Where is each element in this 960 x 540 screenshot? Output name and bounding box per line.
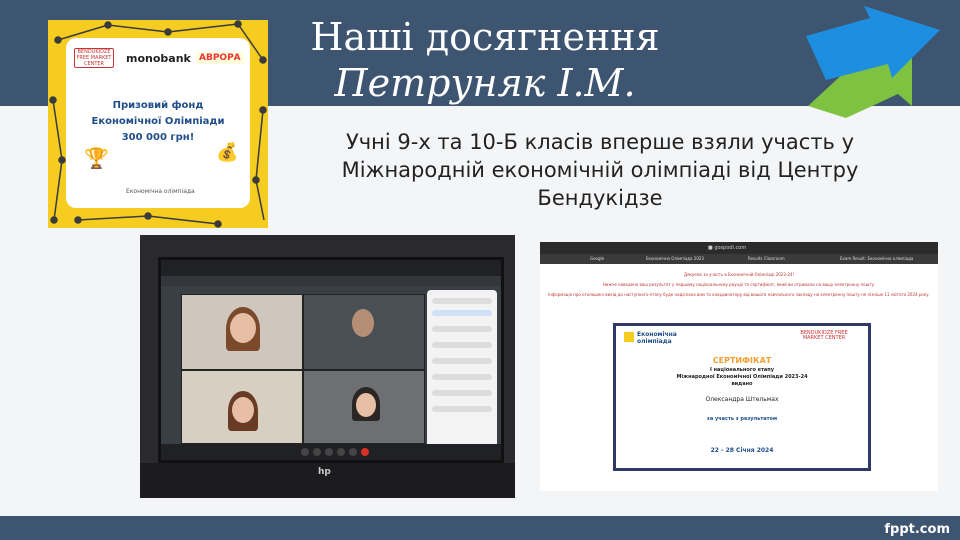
certificate-frame: Економічна олімпіада BENDUKIDZE FREE MAR… — [613, 323, 871, 471]
slide-body-text: Учні 9-х та 10-Б класів вперше взяли уча… — [341, 130, 859, 210]
laptop-photo: hp — [140, 235, 515, 498]
monobank-logo: monobank — [126, 52, 191, 65]
meeting-chat-panel — [427, 290, 497, 452]
certificate-title: СЕРТИФІКАТ — [712, 356, 772, 365]
browser-tab: Exam Result: Економічна олімпіада — [840, 256, 914, 261]
browser-tab-bar — [161, 260, 501, 276]
certificate-line-1: I національного етапу — [710, 367, 774, 373]
title-line-2: Петруняк І.М. — [334, 61, 636, 105]
browser-tab: Google — [590, 256, 605, 261]
money-bag-icon: 💰 — [216, 142, 239, 163]
footer-bar: fppt.com — [0, 516, 960, 540]
promo-footer: Економічна олімпіада — [126, 188, 195, 195]
slide-title: Наші досягнення Петруняк І.М. — [290, 14, 680, 106]
footer-brand: fppt.com — [884, 522, 950, 537]
certificate-dates: 22 - 28 Січня 2024 — [710, 447, 774, 454]
certificate-result: за участь з результатом — [706, 416, 778, 422]
hp-logo: hp — [318, 467, 331, 477]
certificate-intro: Дякуємо за участь в Економічній Олімпіад… — [548, 272, 930, 297]
economic-olympiad-logo — [624, 332, 634, 342]
video-tile-3 — [181, 370, 303, 444]
video-tile-2 — [303, 294, 425, 370]
browser-url-bar — [161, 276, 501, 286]
browser-tab: Results Classroom — [748, 256, 785, 261]
promo-card: BENDUKIDZE FREE MARKET CENTER monobank А… — [48, 20, 268, 228]
bendukidze-logo: BENDUKIDZE FREE MARKET CENTER — [74, 48, 114, 68]
recipient-name: Олександра Штельмах — [705, 396, 779, 403]
certificate-screenshot: ■ gospodi.com Google Економічна Олімпіад… — [540, 242, 938, 491]
browser-tab: Економічна Олімпіада 2023 — [646, 256, 704, 261]
avrora-logo: АВРОРА — [196, 52, 244, 64]
browser-toolbar: ■ gospodi.com — [540, 242, 938, 254]
bendukidze-logo: BENDUKIDZE FREE MARKET CENTER — [800, 330, 848, 341]
meeting-controls — [161, 444, 501, 460]
title-line-1: Наші досягнення — [310, 15, 660, 59]
video-tile-1 — [181, 294, 303, 370]
promo-line-1: Призовий фонд — [112, 100, 204, 111]
certificate-line-3: видано — [731, 381, 753, 387]
promo-line-2: Економічної Олімпіади — [91, 116, 225, 127]
certificate-line-2: Міжнародної Економічної Олімпіади 2023-2… — [676, 374, 808, 380]
video-tile-4 — [303, 370, 425, 444]
arrows-graphic — [806, 6, 940, 118]
promo-panel: BENDUKIDZE FREE MARKET CENTER monobank А… — [66, 38, 250, 208]
laptop-screen — [158, 257, 504, 463]
browser-url: ■ gospodi.com — [708, 245, 747, 251]
trophy-icon: 🏆 — [84, 146, 109, 170]
economic-olympiad-logo-text: Економічна олімпіада — [637, 331, 677, 345]
